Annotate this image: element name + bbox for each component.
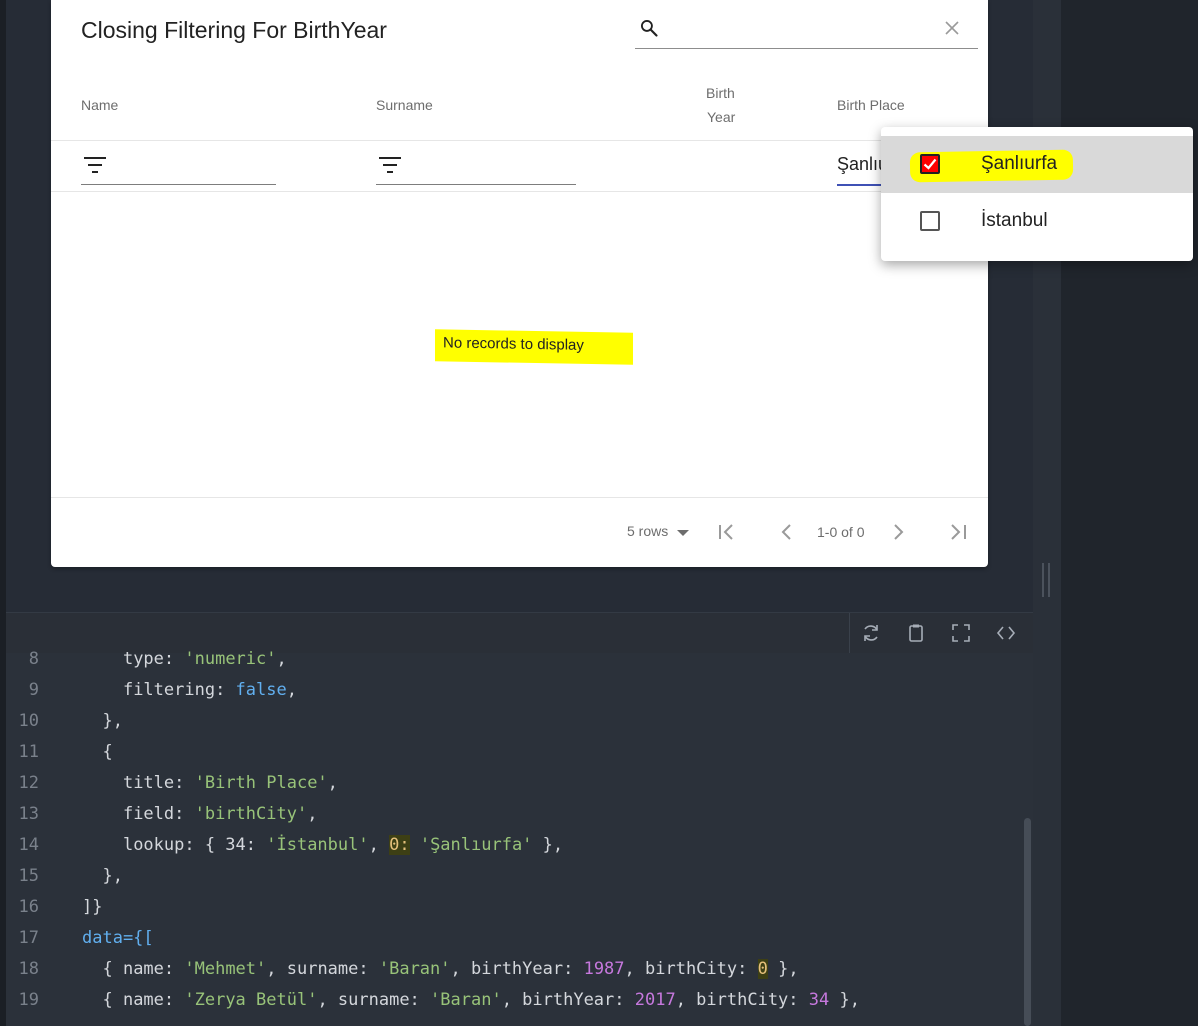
search-icon bbox=[641, 20, 658, 37]
code-line: 12 title: 'Birth Place', bbox=[6, 773, 1006, 804]
filter-icon bbox=[379, 157, 401, 173]
line-number: 13 bbox=[18, 804, 39, 824]
line-number: 18 bbox=[18, 959, 39, 979]
search-input[interactable] bbox=[669, 16, 933, 42]
checkbox-unchecked-icon[interactable] bbox=[920, 211, 940, 231]
code-text: filtering: false, bbox=[122, 680, 297, 700]
checkbox-checked-icon[interactable] bbox=[920, 154, 940, 174]
empty-message-highlight: No records to display bbox=[435, 329, 633, 365]
highlighted-key: 0: bbox=[389, 835, 410, 855]
filter-birth-place-select[interactable]: Şanlıurfa bbox=[837, 150, 883, 186]
menu-option-label: Şanlıurfa bbox=[981, 153, 1058, 174]
footer-divider bbox=[51, 497, 988, 498]
pagination-range: 1-0 of 0 bbox=[817, 524, 865, 540]
splitter-grip-icon[interactable] bbox=[1042, 563, 1050, 597]
editor-scrollbar[interactable] bbox=[1024, 818, 1031, 1026]
menu-option-sanliurfa[interactable]: Şanlıurfa bbox=[881, 136, 1193, 193]
code-text: title: 'Birth Place', bbox=[122, 773, 338, 793]
filter-icon bbox=[84, 157, 106, 173]
next-page-icon[interactable] bbox=[887, 521, 909, 543]
filter-divider bbox=[51, 191, 988, 192]
code-text: ]} bbox=[82, 897, 103, 917]
close-icon[interactable] bbox=[944, 20, 960, 36]
check-icon bbox=[923, 158, 937, 170]
caret-down-icon[interactable] bbox=[677, 530, 689, 536]
column-header-birth-year-line2[interactable]: Year bbox=[707, 109, 735, 125]
code-text: }, bbox=[102, 866, 123, 886]
line-number: 12 bbox=[18, 773, 39, 793]
code-view-icon[interactable] bbox=[996, 623, 1016, 643]
line-number: 14 bbox=[18, 835, 39, 855]
column-header-birth-year-line1[interactable]: Birth bbox=[706, 85, 735, 101]
editor-toolbar bbox=[6, 612, 1033, 653]
code-line: 14 lookup: { 34: 'İstanbul', 0: 'Şanlıur… bbox=[6, 835, 1006, 866]
line-number: 8 bbox=[28, 649, 39, 669]
empty-message: No records to display bbox=[443, 334, 584, 354]
menu-option-istanbul[interactable]: İstanbul bbox=[881, 193, 1193, 250]
code-text: { bbox=[102, 742, 113, 762]
first-page-icon[interactable] bbox=[716, 521, 738, 543]
filter-surname[interactable] bbox=[376, 144, 576, 185]
line-number: 17 bbox=[18, 928, 39, 948]
fullscreen-icon[interactable] bbox=[951, 623, 971, 643]
code-line: 18 { name: 'Mehmet', surname: 'Baran', b… bbox=[6, 959, 1006, 990]
column-header-name[interactable]: Name bbox=[81, 97, 118, 113]
filter-birth-place-value: Şanlıurfa bbox=[837, 154, 883, 174]
line-number: 10 bbox=[18, 711, 39, 731]
line-number: 11 bbox=[18, 742, 39, 762]
refresh-icon[interactable] bbox=[861, 623, 881, 643]
code-line: 17 data={[ bbox=[6, 928, 1006, 959]
birth-place-lookup-menu: Şanlıurfa İstanbul bbox=[881, 127, 1193, 261]
search-field[interactable] bbox=[635, 8, 978, 49]
material-table-card: Closing Filtering For BirthYear Name Sur… bbox=[51, 0, 988, 567]
last-page-icon[interactable] bbox=[947, 521, 969, 543]
header-divider bbox=[51, 140, 988, 141]
code-line: 8 type: 'numeric', bbox=[6, 649, 1006, 680]
code-line: 19 { name: 'Zerya Betül', surname: 'Bara… bbox=[6, 990, 1006, 1021]
code-line: 16 ]} bbox=[6, 897, 1006, 928]
code-line: 10 }, bbox=[6, 711, 1006, 742]
code-text: }, bbox=[102, 711, 123, 731]
menu-option-label: İstanbul bbox=[981, 210, 1048, 231]
code-text: field: 'birthCity', bbox=[122, 804, 318, 824]
code-line: 11 { bbox=[6, 742, 1006, 773]
code-text: { name: 'Mehmet', surname: 'Baran', birt… bbox=[102, 959, 799, 979]
filter-name[interactable] bbox=[81, 144, 276, 185]
line-number: 19 bbox=[18, 990, 39, 1010]
code-line: 9 filtering: false, bbox=[6, 680, 1006, 711]
code-text: lookup: { 34: 'İstanbul', 0: 'Şanlıurfa'… bbox=[122, 835, 564, 855]
highlighted-value: 0 bbox=[757, 959, 768, 979]
rows-per-page-select[interactable]: 5 rows bbox=[627, 523, 668, 539]
column-header-surname[interactable]: Surname bbox=[376, 97, 433, 113]
code-text: { name: 'Zerya Betül', surname: 'Baran',… bbox=[102, 990, 860, 1010]
column-header-birth-place[interactable]: Birth Place bbox=[837, 97, 905, 113]
code-text: data={[ bbox=[82, 928, 154, 948]
code-text: type: 'numeric', bbox=[122, 649, 287, 669]
previous-page-icon[interactable] bbox=[776, 521, 798, 543]
code-line: 15 }, bbox=[6, 866, 1006, 897]
line-number: 9 bbox=[28, 680, 39, 700]
code-line: 13 field: 'birthCity', bbox=[6, 804, 1006, 835]
code-editor[interactable]: 8 type: 'numeric', 9 filtering: false, 1… bbox=[6, 649, 1033, 1026]
copy-icon[interactable] bbox=[906, 623, 926, 643]
line-number: 15 bbox=[18, 866, 39, 886]
line-number: 16 bbox=[18, 897, 39, 917]
table-title: Closing Filtering For BirthYear bbox=[81, 17, 387, 43]
toolbar-separator bbox=[849, 613, 850, 653]
